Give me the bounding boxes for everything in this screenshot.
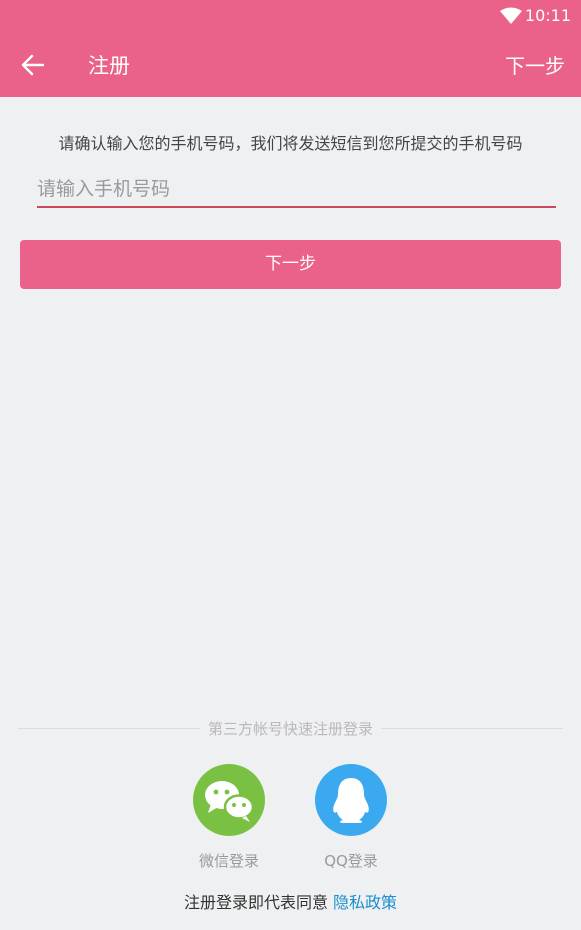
privacy-policy-link[interactable]: 隐私政策 (333, 893, 397, 912)
toolbar: 注册 下一步 (0, 32, 581, 97)
qq-login-label: QQ登录 (324, 852, 378, 870)
toolbar-next-button[interactable]: 下一步 (505, 50, 565, 79)
phone-input[interactable] (37, 172, 556, 208)
wifi-icon (500, 7, 522, 29)
wechat-login-label: 微信登录 (198, 852, 259, 870)
page-title: 注册 (88, 54, 130, 78)
qq-penguin-icon (333, 778, 369, 823)
status-bar: 10:11 (0, 0, 581, 32)
arrow-left-icon[interactable] (16, 48, 50, 82)
agreement-text: 注册登录即代表同意 (183, 893, 328, 912)
third-party-title: 第三方帐号快速注册登录 (207, 720, 373, 738)
agreement-row: 注册登录即代表同意 隐私政策 (0, 889, 581, 913)
qq-login-button[interactable] (315, 764, 387, 836)
phone-hint-text: 请确认输入您的手机号码，我们将发送短信到您所提交的手机号码 (58, 134, 523, 153)
third-party-divider: 第三方帐号快速注册登录 (18, 718, 563, 740)
wechat-icon (205, 781, 255, 822)
next-step-button[interactable]: 下一步 (20, 240, 561, 289)
wechat-login-button[interactable] (193, 764, 265, 836)
status-time: 10:11 (524, 6, 571, 25)
